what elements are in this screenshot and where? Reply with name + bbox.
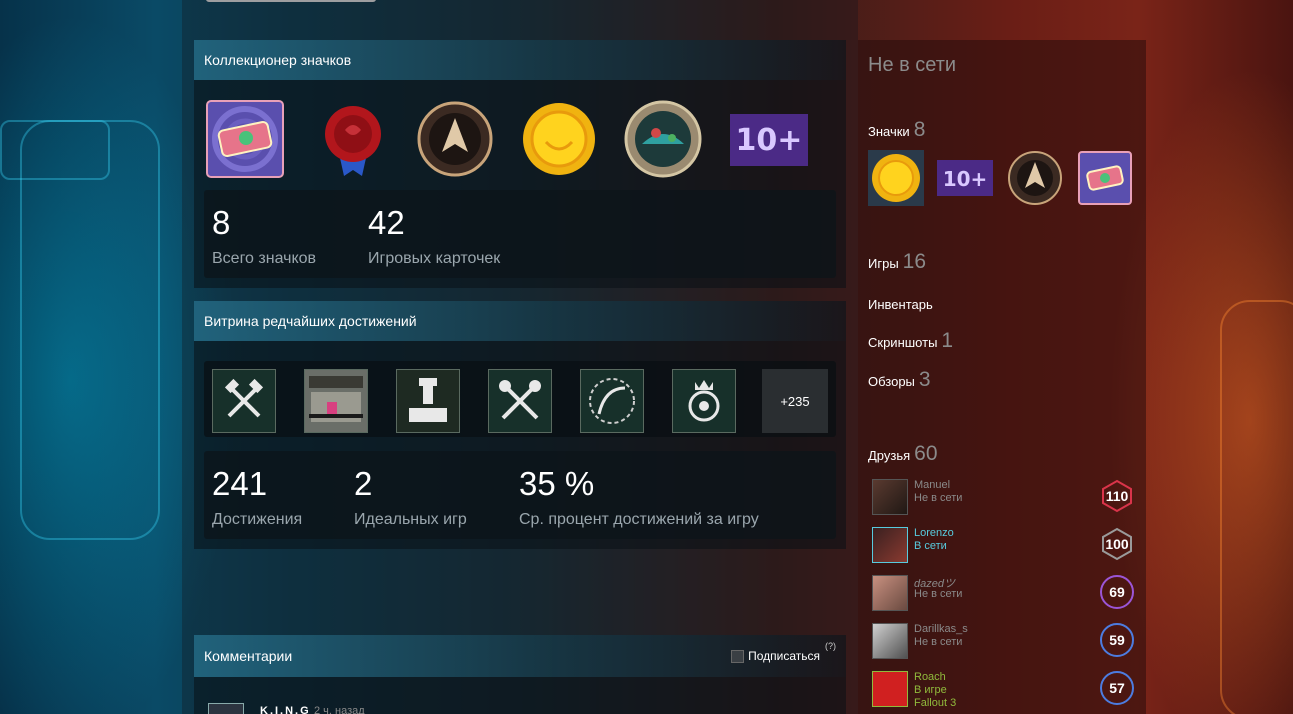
friend-status: Не в сети [914, 636, 963, 648]
porthole-badge-icon[interactable] [624, 100, 702, 178]
reviews-count: 3 [918, 368, 931, 391]
games-link[interactable]: Игры 16 [868, 250, 926, 274]
friend-level: 100 [1105, 536, 1129, 552]
badge-collector-panel: Коллекционер значков 10+ 8 Всего значков… [194, 40, 846, 288]
watchtower-achievement-icon[interactable] [396, 369, 460, 433]
10-plus-badge-icon[interactable]: 10+ [728, 100, 808, 178]
achievement-stats-box: 241 Достижения 2 Идеальных игр 35 % Ср. … [204, 451, 836, 539]
photo-achievement-icon[interactable] [304, 369, 368, 433]
friend-avatar[interactable] [872, 575, 908, 611]
friend-level: 59 [1109, 632, 1125, 648]
subscribe-label[interactable]: Подписаться [748, 649, 820, 663]
friend-status: В игре [914, 684, 947, 696]
friend-status: Не в сети [914, 588, 963, 600]
friend-avatar[interactable] [872, 623, 908, 659]
total-badges-label: Всего значков [212, 250, 317, 267]
friend-level: 57 [1109, 680, 1125, 696]
crossed-axes-achievement-icon[interactable] [212, 369, 276, 433]
comment-time: 2 ч. назад [314, 705, 365, 714]
perfect-games-label: Идеальных игр [354, 511, 467, 528]
comments-panel: Комментарии (?) Подписаться K.I.N.G 2 ч.… [194, 635, 846, 714]
friend-level: 69 [1109, 584, 1125, 600]
more-achievements-button[interactable]: +235 [762, 369, 828, 433]
side-badge-10-text: 10+ [943, 167, 988, 191]
background-figure-left-arm [0, 120, 110, 180]
laurel-emblem-badge-icon[interactable] [416, 100, 494, 178]
avg-percent-label: Ср. процент достижений за игру [519, 511, 759, 528]
comment-author[interactable]: K.I.N.G [260, 705, 311, 714]
panel-title: Витрина редчайших достижений [194, 301, 846, 341]
friend-avatar[interactable] [872, 527, 908, 563]
friend-item[interactable]: Lorenzo В сети 100 [872, 527, 1134, 569]
avg-percent-value: 35 % [519, 465, 595, 502]
friend-name[interactable]: Lorenzo [914, 527, 954, 539]
friend-level: 110 [1105, 488, 1129, 504]
friends-label[interactable]: Друзья [868, 448, 910, 463]
thorn-bow-achievement-icon[interactable] [580, 369, 644, 433]
friend-name[interactable]: Roach [914, 671, 946, 683]
laurel-emblem-badge-icon[interactable] [1007, 150, 1063, 206]
achievements-label: Достижения [212, 511, 303, 528]
games-count: 16 [902, 250, 927, 273]
badges-count: 8 [913, 118, 926, 141]
games-label[interactable]: Игры [868, 256, 899, 271]
subscribe-control[interactable]: Подписаться [731, 649, 820, 663]
reviews-link[interactable]: Обзоры 3 [868, 368, 931, 392]
friend-game: Fallout 3 [914, 697, 957, 709]
game-cards-count: 42 [368, 204, 405, 241]
friend-level-badge: 110 [1100, 479, 1134, 513]
screenshots-link[interactable]: Скриншоты 1 [868, 329, 953, 353]
background-figure-left [20, 120, 160, 540]
screenshots-label[interactable]: Скриншоты [868, 335, 937, 350]
panel-title: Коллекционер значков [194, 40, 846, 80]
ticket-badge-icon[interactable] [1078, 151, 1132, 205]
friend-name[interactable]: Manuel [914, 479, 950, 491]
inventory-link[interactable]: Инвентарь [868, 297, 933, 312]
friend-level-badge: 59 [1100, 623, 1134, 657]
friend-avatar[interactable] [872, 671, 908, 707]
screenshots-count: 1 [941, 329, 954, 352]
profile-status: Не в сети [868, 54, 957, 76]
game-cards-label: Игровых карточек [368, 250, 501, 267]
badge-row: 10+ [204, 100, 834, 180]
friends-link[interactable]: Друзья 60 [868, 442, 938, 466]
badge-10-text: 10+ [736, 123, 803, 158]
badges-label[interactable]: Значки [868, 124, 910, 139]
background-figure-right [1220, 300, 1293, 714]
perfect-games-count: 2 [354, 465, 373, 502]
badge-stats-box: 8 Всего значков 42 Игровых карточек [204, 190, 836, 278]
friend-level-badge: 100 [1100, 527, 1134, 561]
friend-avatar[interactable] [872, 479, 908, 515]
badges-link[interactable]: Значки 8 [868, 118, 925, 142]
total-badges-count: 8 [212, 204, 231, 241]
friends-count: 60 [914, 442, 938, 465]
subscribe-checkbox[interactable] [731, 649, 745, 663]
achievements-count: 241 [212, 465, 268, 502]
gold-coin-badge-icon[interactable] [520, 100, 598, 178]
friend-name[interactable]: Darillkas_s [914, 623, 968, 635]
rare-achievements-panel: Витрина редчайших достижений +235 241 До… [194, 301, 846, 549]
friend-item[interactable]: Darillkas_s Не в сети 59 [872, 623, 1134, 665]
friend-item[interactable]: dazedツ Не в сети 69 [872, 575, 1134, 617]
friend-level-badge: 57 [1100, 671, 1134, 705]
friend-status: В сети [914, 540, 947, 552]
friend-item[interactable]: Roach В игре Fallout 3 57 [872, 671, 1134, 713]
wax-seal-badge-icon[interactable] [314, 100, 392, 178]
comment-avatar[interactable] [208, 703, 244, 714]
reviews-label[interactable]: Обзоры [868, 374, 915, 389]
friend-level-badge: 69 [1100, 575, 1134, 609]
achievement-strip: +235 [204, 361, 836, 437]
friend-item[interactable]: Manuel Не в сети 110 [872, 479, 1134, 521]
skull-crown-achievement-icon[interactable] [672, 369, 736, 433]
friend-status: Не в сети [914, 492, 963, 504]
crossed-maces-achievement-icon[interactable] [488, 369, 552, 433]
10-plus-badge-icon[interactable]: 10+ [937, 150, 993, 206]
help-mark[interactable]: (?) [825, 641, 836, 651]
ticket-badge-icon[interactable] [206, 100, 284, 178]
gold-coin-badge-icon[interactable] [868, 150, 924, 206]
